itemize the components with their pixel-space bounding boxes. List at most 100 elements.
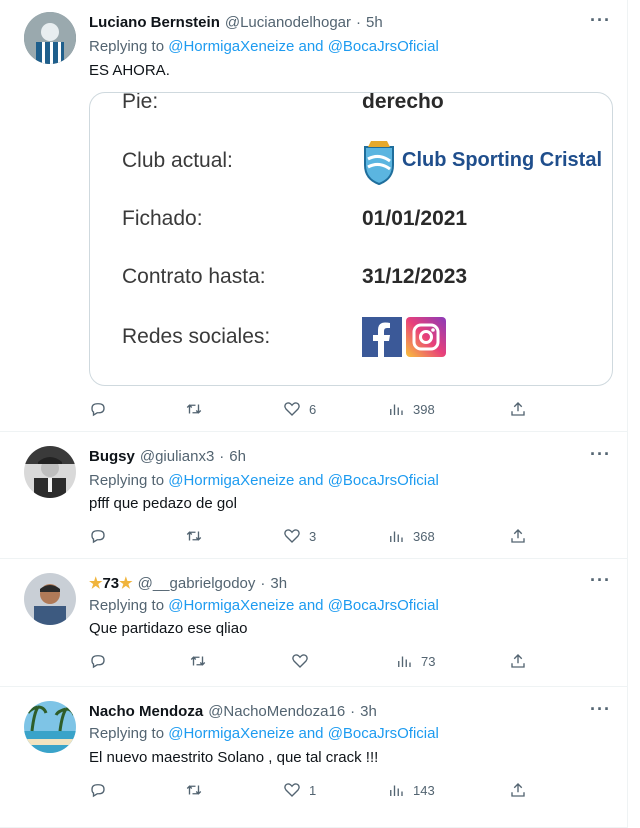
views-button[interactable]: 143 <box>387 781 435 799</box>
view-count: 398 <box>413 401 435 417</box>
share-button[interactable] <box>509 652 527 670</box>
like-button[interactable]: 1 <box>283 781 316 799</box>
share-icon <box>511 529 525 543</box>
more-icon[interactable]: ··· <box>590 10 611 31</box>
retweet-icon <box>186 531 202 541</box>
player-info-card[interactable]: Pie: derecho Club actual: Club Sporting … <box>89 92 613 386</box>
timestamp[interactable]: 5h <box>366 14 383 31</box>
separator-dot: · <box>350 703 356 720</box>
tweet-header: Nacho Mendoza @NachoMendoza16 · 3h <box>89 703 377 720</box>
card-label-signed: Fichado: <box>122 207 203 230</box>
tweet[interactable]: Luciano Bernstein @Lucianodelhogar · 5h … <box>0 0 628 432</box>
reply-mentions[interactable]: @HormigaXeneize and @BocaJrsOficial <box>168 472 439 489</box>
tweet-actions: 3 368 <box>89 527 549 551</box>
retweet-button[interactable] <box>185 527 203 545</box>
views-button[interactable]: 368 <box>387 527 435 545</box>
card-label-contract: Contrato hasta: <box>122 265 266 288</box>
replying-prefix: Replying to <box>89 597 165 614</box>
reply-button[interactable] <box>89 652 107 670</box>
avatar[interactable] <box>24 701 76 753</box>
reply-icon <box>91 784 105 798</box>
more-icon[interactable]: ··· <box>590 444 611 465</box>
replying-prefix: Replying to <box>89 38 165 55</box>
tweet-text: El nuevo maestrito Solano , que tal crac… <box>89 749 379 766</box>
reply-mentions[interactable]: @HormigaXeneize and @BocaJrsOficial <box>168 38 439 55</box>
view-count: 143 <box>413 782 435 798</box>
reply-icon <box>91 403 105 417</box>
replying-to: Replying to @HormigaXeneize and @BocaJrs… <box>89 725 439 742</box>
reply-mentions[interactable]: @HormigaXeneize and @BocaJrsOficial <box>168 725 439 742</box>
reply-button[interactable] <box>89 781 107 799</box>
tweet-header: ★73★ @__gabrielgodoy · 3h <box>89 574 287 593</box>
reply-mentions[interactable]: @HormigaXeneize and @BocaJrsOficial <box>168 597 439 614</box>
share-button[interactable] <box>509 400 527 418</box>
views-icon <box>390 785 403 796</box>
views-icon <box>398 656 411 667</box>
star-icon: ★ <box>119 575 133 592</box>
retweet-icon <box>186 785 202 795</box>
share-button[interactable] <box>509 527 527 545</box>
tweet-actions: 6 398 <box>89 400 549 424</box>
tweet[interactable]: Nacho Mendoza @NachoMendoza16 · 3h ··· R… <box>0 687 628 828</box>
more-icon[interactable]: ··· <box>590 699 611 720</box>
views-icon <box>390 404 403 415</box>
reply-icon <box>91 530 105 544</box>
tweet-actions: 1 143 <box>89 781 549 805</box>
share-icon <box>511 402 525 416</box>
club-crest-icon <box>362 139 396 190</box>
views-icon <box>390 531 403 542</box>
views-button[interactable]: 398 <box>387 400 435 418</box>
card-label-social: Redes sociales: <box>122 325 271 348</box>
timestamp[interactable]: 6h <box>229 448 246 465</box>
tweet-text: ES AHORA. <box>89 62 170 79</box>
separator-dot: · <box>260 574 266 592</box>
tweet-actions: 73 <box>89 652 549 676</box>
reply-button[interactable] <box>89 527 107 545</box>
share-icon <box>511 783 525 797</box>
replying-to: Replying to @HormigaXeneize and @BocaJrs… <box>89 597 439 614</box>
reply-button[interactable] <box>89 400 107 418</box>
star-icon: ★ <box>89 575 103 592</box>
display-name[interactable]: Nacho Mendoza <box>89 703 203 720</box>
like-count: 3 <box>309 528 317 544</box>
retweet-icon <box>186 404 202 414</box>
like-count: 1 <box>309 782 317 798</box>
card-label-foot: Pie: <box>122 92 159 113</box>
reply-icon <box>91 655 105 669</box>
like-button[interactable]: 3 <box>283 527 316 545</box>
card-value-signed: 01/01/2021 <box>362 207 468 230</box>
retweet-button[interactable] <box>189 652 207 670</box>
view-count: 73 <box>421 653 436 669</box>
replying-to: Replying to @HormigaXeneize and @BocaJrs… <box>89 38 439 55</box>
handle[interactable]: @giulianx3 <box>140 448 214 465</box>
views-button[interactable]: 73 <box>395 652 435 670</box>
share-button[interactable] <box>509 781 527 799</box>
tweet[interactable]: Bugsy @giulianx3 · 6h ··· Replying to @H… <box>0 432 628 559</box>
facebook-icon <box>362 317 402 357</box>
display-name[interactable]: ★73★ <box>89 574 133 592</box>
display-name[interactable]: Luciano Bernstein <box>89 14 220 31</box>
avatar[interactable] <box>24 446 76 498</box>
avatar[interactable] <box>24 12 76 64</box>
share-icon <box>511 654 525 668</box>
tweet-header: Bugsy @giulianx3 · 6h <box>89 448 246 465</box>
card-value-foot: derecho <box>362 92 444 113</box>
like-button[interactable] <box>291 652 309 670</box>
tweet-header: Luciano Bernstein @Lucianodelhogar · 5h <box>89 14 383 31</box>
handle[interactable]: @Lucianodelhogar <box>225 14 351 31</box>
timestamp[interactable]: 3h <box>360 703 377 720</box>
display-name[interactable]: Bugsy <box>89 448 135 465</box>
separator-dot: · <box>356 14 362 31</box>
avatar[interactable] <box>24 573 76 625</box>
timestamp[interactable]: 3h <box>270 575 287 592</box>
more-icon[interactable]: ··· <box>590 570 611 591</box>
handle[interactable]: @__gabrielgodoy <box>138 575 256 592</box>
tweet-text: Que partidazo ese qliao <box>89 620 248 637</box>
handle[interactable]: @NachoMendoza16 <box>208 703 345 720</box>
retweet-button[interactable] <box>185 400 203 418</box>
tweet[interactable]: ★73★ @__gabrielgodoy · 3h ··· Replying t… <box>0 559 628 687</box>
like-button[interactable]: 6 <box>283 400 316 418</box>
retweet-button[interactable] <box>185 781 203 799</box>
like-icon <box>292 654 308 668</box>
replying-prefix: Replying to <box>89 725 165 742</box>
